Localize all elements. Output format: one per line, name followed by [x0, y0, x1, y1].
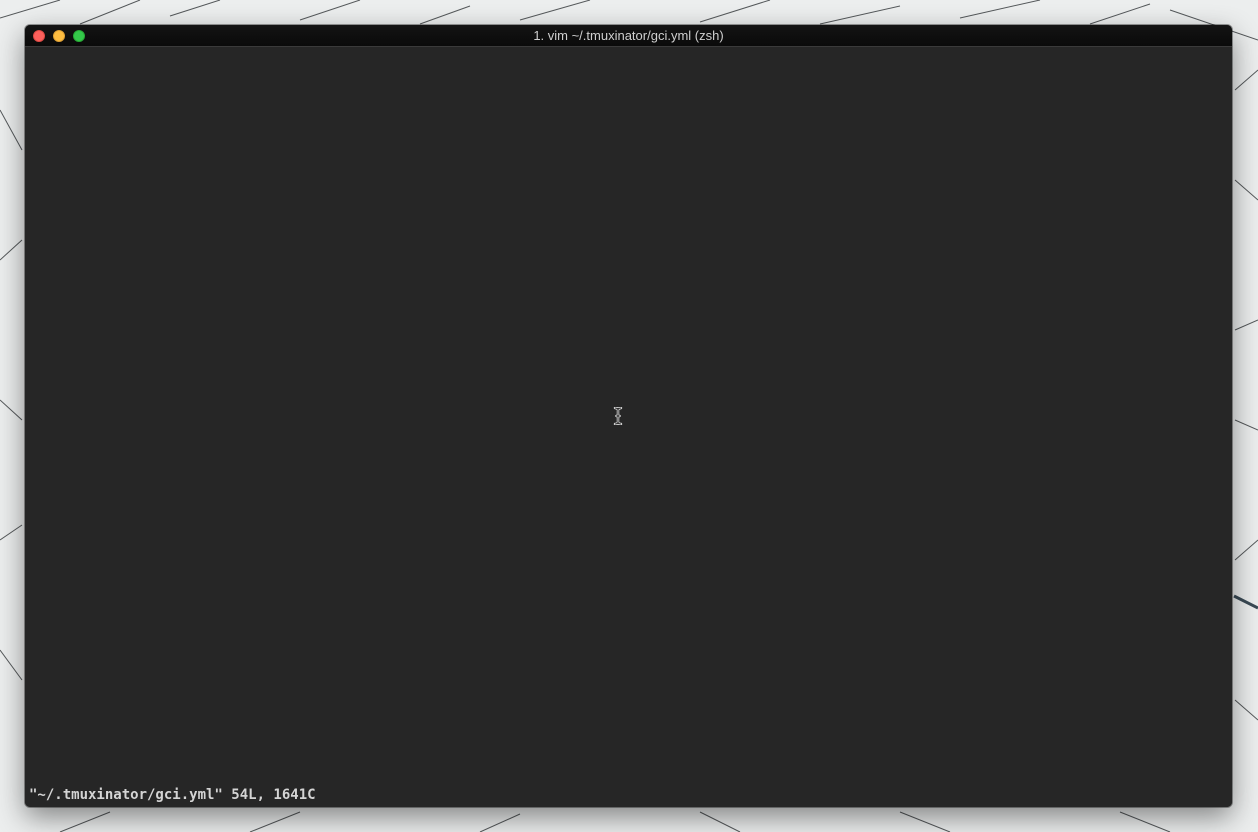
- terminal-window[interactable]: 1. vim ~/.tmuxinator/gci.yml (zsh) "~/.t…: [25, 25, 1232, 807]
- window-titlebar[interactable]: 1. vim ~/.tmuxinator/gci.yml (zsh): [25, 25, 1232, 47]
- vim-status-line: "~/.tmuxinator/gci.yml" 54L, 1641C: [29, 787, 316, 803]
- window-title: 1. vim ~/.tmuxinator/gci.yml (zsh): [533, 28, 724, 43]
- i-beam-cursor-icon: [613, 407, 623, 425]
- terminal-content[interactable]: "~/.tmuxinator/gci.yml" 54L, 1641C: [25, 47, 1232, 807]
